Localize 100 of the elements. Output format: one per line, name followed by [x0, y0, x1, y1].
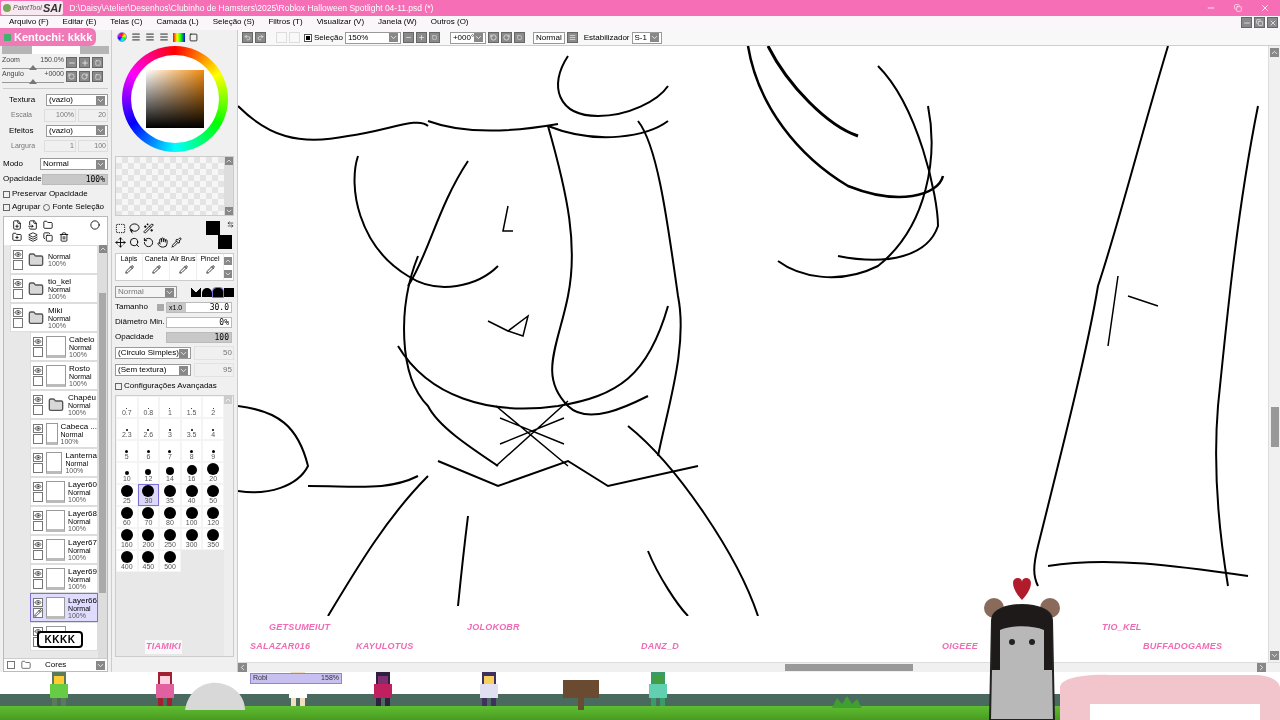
brush-blend-dropdown[interactable]: Normal: [115, 286, 177, 298]
scroll-down-icon[interactable]: [224, 269, 232, 278]
restore-button[interactable]: [1254, 17, 1265, 28]
brush-scrollbar[interactable]: [224, 254, 233, 280]
scroll-thumb[interactable]: [99, 293, 106, 593]
reset-angle-button[interactable]: [92, 71, 103, 82]
visibility-toggle[interactable]: [33, 452, 43, 462]
square-edge-icon[interactable]: [224, 287, 234, 297]
visibility-toggle[interactable]: [33, 597, 43, 607]
new-folder-icon[interactable]: [43, 220, 54, 230]
visibility-toggle[interactable]: [33, 365, 43, 375]
effects-dropdown[interactable]: (vazio): [46, 124, 108, 137]
opacity-slider[interactable]: 100%: [41, 173, 108, 185]
color-wheel-tab[interactable]: [117, 32, 127, 42]
visibility-toggle[interactable]: [33, 539, 43, 549]
merge-layers-icon[interactable]: [27, 232, 38, 242]
dropdown-arrow-icon[interactable]: [96, 660, 105, 670]
stabilizer-dropdown[interactable]: S-1: [631, 31, 662, 44]
hsv-tab-icon[interactable]: [145, 32, 155, 42]
menu-item[interactable]: Seleção (S): [212, 17, 255, 27]
brush-shape-dropdown[interactable]: (Circulo Simples): [115, 347, 191, 359]
layer-scrollbar[interactable]: [98, 245, 107, 658]
visibility-toggle[interactable]: [33, 481, 43, 491]
zoom-out-button[interactable]: [402, 32, 414, 43]
brush-size-scrollbar[interactable]: [224, 396, 233, 656]
zoom-dropdown[interactable]: 150%: [344, 31, 401, 44]
angle-dropdown[interactable]: +000°: [449, 31, 486, 44]
menu-item[interactable]: Editar (E): [62, 17, 97, 27]
lock-toggle[interactable]: [33, 578, 43, 589]
sliders-tab-icon[interactable]: [131, 32, 141, 42]
visibility-toggle[interactable]: [33, 423, 43, 433]
swatch-grid[interactable]: [116, 157, 224, 215]
lock-toggle[interactable]: [33, 404, 43, 415]
lasso-tool-icon[interactable]: [129, 222, 140, 234]
brush-texture-dropdown[interactable]: (Sem textura): [115, 364, 191, 376]
scroll-thumb[interactable]: [785, 664, 913, 671]
menu-item[interactable]: Outros (O): [430, 17, 469, 27]
menu-item[interactable]: Visualizar (V): [316, 17, 365, 27]
visibility-toggle[interactable]: [33, 336, 43, 346]
menu-item[interactable]: Telas (C): [110, 17, 143, 27]
close-button[interactable]: [1267, 17, 1278, 28]
color-square[interactable]: [145, 70, 204, 128]
radio-option[interactable]: Fonte Seleção: [43, 201, 105, 213]
swatch-tab-icon[interactable]: [189, 32, 198, 42]
zoom-tool-icon[interactable]: [129, 236, 140, 248]
lock-toggle[interactable]: [33, 346, 43, 357]
menu-item[interactable]: Arquivo (F): [9, 17, 49, 27]
lock-toggle[interactable]: [13, 259, 23, 270]
menu-item[interactable]: Filtros (T): [268, 17, 303, 27]
blend-mode-button[interactable]: Normal: [532, 31, 565, 44]
visibility-toggle[interactable]: [13, 307, 23, 317]
rotate-left-button[interactable]: [66, 71, 77, 82]
foreground-color-swatch[interactable]: [206, 221, 220, 235]
delete-layer-icon[interactable]: [59, 232, 69, 242]
texture-dropdown[interactable]: (vazio): [46, 94, 108, 106]
soft-edge-icon[interactable]: [213, 287, 223, 297]
scroll-left-icon[interactable]: [238, 663, 247, 672]
rotate-left-button[interactable]: [487, 32, 499, 43]
hard-edge-icon[interactable]: [191, 287, 201, 297]
visibility-toggle[interactable]: [13, 278, 23, 288]
visibility-toggle[interactable]: [33, 510, 43, 520]
rotate-tool-icon[interactable]: [143, 236, 154, 248]
lock-toggle[interactable]: [33, 433, 43, 444]
hand-tool-icon[interactable]: [157, 236, 168, 248]
menu-item[interactable]: Janela (W): [378, 17, 417, 27]
lock-toggle[interactable]: [33, 491, 43, 502]
flip-button[interactable]: [566, 32, 578, 43]
lock-toggle[interactable]: [33, 607, 43, 618]
background-color-swatch[interactable]: [218, 235, 232, 249]
mode-dropdown[interactable]: Normal: [40, 158, 108, 170]
lock-toggle[interactable]: [33, 520, 43, 531]
slider-thumb[interactable]: [29, 65, 37, 70]
swap-colors-icon[interactable]: [227, 221, 234, 228]
lock-toggle[interactable]: [7, 661, 15, 669]
palette-tab-icon[interactable]: [173, 32, 185, 42]
magic-wand-icon[interactable]: [143, 222, 154, 234]
mask-icon[interactable]: [90, 220, 101, 230]
zoom-in-button[interactable]: [415, 32, 427, 43]
layer-row[interactable]: Cores: [4, 658, 107, 671]
scroll-right-icon[interactable]: [1257, 663, 1266, 672]
close-icon[interactable]: [1260, 3, 1270, 13]
scroll-up-icon[interactable]: [224, 157, 233, 165]
visibility-toggle[interactable]: [33, 568, 43, 578]
rotate-right-button[interactable]: [79, 71, 90, 82]
new-vector-layer-icon[interactable]: [27, 220, 38, 230]
lock-toggle[interactable]: [13, 288, 23, 299]
lock-toggle[interactable]: [33, 375, 43, 386]
rotate-right-button[interactable]: [500, 32, 512, 43]
undo-button[interactable]: [242, 32, 253, 43]
selection-checkbox[interactable]: Seleção: [304, 31, 343, 44]
move-tool-icon[interactable]: [115, 236, 126, 248]
scroll-down-icon[interactable]: [1270, 651, 1279, 660]
minimize-button[interactable]: [1241, 17, 1252, 28]
eyedropper-icon[interactable]: [171, 236, 182, 248]
slider-track[interactable]: [2, 64, 64, 69]
scroll-up-icon[interactable]: [98, 245, 107, 253]
visibility-toggle[interactable]: [13, 249, 23, 259]
checkbox-option[interactable]: Preservar Opacidade: [3, 188, 108, 200]
visibility-toggle[interactable]: [33, 394, 43, 404]
size-lock-toggle[interactable]: [157, 303, 164, 311]
